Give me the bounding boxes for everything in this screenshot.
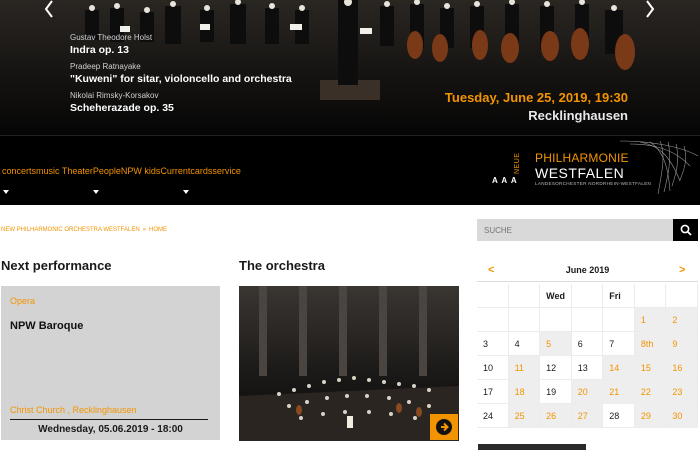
performance-venue: Christ Church , Recklinghausen <box>10 405 137 415</box>
hero-program: Gustav Theodore Holst Indra op. 13 Prade… <box>70 33 292 120</box>
hero-next-arrow[interactable] <box>643 0 663 18</box>
calendar-day[interactable]: 27 <box>571 404 604 428</box>
calendar-day: 24 <box>477 404 509 428</box>
breadcrumb-link[interactable]: HOME <box>149 227 167 233</box>
site-logo[interactable]: A A A NEUE PHILHARMONIE WESTFALEN LANDES… <box>490 136 700 206</box>
orchestra-more-button[interactable] <box>430 414 458 440</box>
calendar-day[interactable]: 22 <box>634 380 667 404</box>
breadcrumb: NEW PHILHARMONIC ORCHESTRA WESTFALEN» HOM… <box>1 227 167 233</box>
calendar-header: < June 2019 > <box>477 260 698 282</box>
calendar-weekday <box>666 284 698 308</box>
nav-menu-links[interactable]: concertsmusic TheaterPeopleNPW kidsCurre… <box>2 166 241 176</box>
calendar-day[interactable]: 2 <box>666 308 698 332</box>
calendar-weekday <box>634 284 667 308</box>
orchestra-heading: The orchestra <box>239 258 325 273</box>
logo-neue-text: NEUE <box>514 152 521 174</box>
search-button[interactable] <box>673 219 698 241</box>
calendar-empty-cell <box>603 308 635 332</box>
calendar-grid: Wed Fri 1 2 3 4 5 6 7 8th 9 10 11 12 13 14 15 16 17 18 19 20 2… <box>477 284 698 428</box>
calendar-day[interactable]: 29 <box>634 404 667 428</box>
calendar-day[interactable]: 11 <box>508 356 541 380</box>
breadcrumb-separator: » <box>142 227 147 233</box>
work-title: Indra op. 13 <box>70 44 129 56</box>
calendar-day[interactable]: 23 <box>666 380 698 404</box>
calendar-day: 17 <box>477 380 509 404</box>
next-performance-card[interactable]: Opera NPW Baroque Christ Church , Reckli… <box>1 286 220 440</box>
calendar-day[interactable]: 30 <box>666 404 698 428</box>
dropdown-caret-icon[interactable] <box>183 190 189 194</box>
calendar-day: 12 <box>540 356 572 380</box>
work-title: "Kuweni" for sitar, violoncello and orch… <box>70 73 292 85</box>
search-input[interactable] <box>477 219 672 241</box>
hero-concert-date: Tuesday, June 25, 2019, 19:30 <box>444 90 628 105</box>
calendar-day: 4 <box>508 332 541 356</box>
calendar-day[interactable]: 15 <box>634 356 667 380</box>
calendar-empty-cell <box>540 308 572 332</box>
calendar-weekday <box>477 284 509 308</box>
orchestra-stage-photo <box>239 286 459 441</box>
calendar-day[interactable]: 26 <box>540 404 572 428</box>
calendar-day[interactable]: 21 <box>603 380 635 404</box>
calendar-day[interactable]: 18 <box>508 380 541 404</box>
hero-prev-arrow[interactable] <box>42 0 62 18</box>
calendar-day: 13 <box>571 356 604 380</box>
calendar-day[interactable]: 9 <box>666 332 698 356</box>
calendar-day: 10 <box>477 356 509 380</box>
search-icon <box>680 224 692 236</box>
calendar-weekday <box>571 284 604 308</box>
calendar-empty-cell <box>477 308 509 332</box>
calendar-day: 6 <box>571 332 604 356</box>
main-navigation: concertsmusic TheaterPeopleNPW kidsCurre… <box>0 135 700 205</box>
dropdown-caret-icon[interactable] <box>3 190 9 194</box>
performance-date: Wednesday, 05.06.2019 - 18:00 <box>38 424 183 435</box>
dropdown-caret-icon[interactable] <box>93 190 99 194</box>
composer-name: Nikolai Rimsky-Korsakov <box>70 91 159 100</box>
teaser-thumbnail <box>478 444 586 450</box>
calendar-day: 7 <box>603 332 635 356</box>
calendar-month-label: June 2019 <box>565 265 610 275</box>
calendar-day[interactable]: 5 <box>540 332 572 356</box>
calendar-day[interactable]: 16 <box>666 356 698 380</box>
calendar-day[interactable]: 25 <box>508 404 541 428</box>
calendar-next-month[interactable]: > <box>679 264 685 276</box>
calendar-day[interactable]: 1 <box>634 308 667 332</box>
calendar-weekday: Fri <box>603 284 635 308</box>
composer-name: Pradeep Ratnayake <box>70 62 141 71</box>
calendar-empty-cell <box>508 308 541 332</box>
orchestra-teaser[interactable] <box>239 286 459 441</box>
calendar-day[interactable]: 8th <box>634 332 667 356</box>
performance-title[interactable]: NPW Baroque <box>10 320 83 332</box>
next-performance-heading: Next performance <box>1 258 112 273</box>
search-bar <box>477 219 698 241</box>
composer-name: Gustav Theodore Holst <box>70 33 153 42</box>
work-title: Scheherazade op. 35 <box>70 102 174 114</box>
hero-concert-city: Recklinghausen <box>528 108 628 123</box>
calendar-day: 3 <box>477 332 509 356</box>
arrow-right-circle-icon <box>436 419 452 435</box>
logo-graphic-icon <box>619 140 699 195</box>
breadcrumb-link[interactable]: NEW PHILHARMONIC ORCHESTRA WESTFALEN <box>1 227 140 233</box>
performance-category: Opera <box>10 296 36 306</box>
calendar-weekday <box>508 284 541 308</box>
divider <box>10 419 208 420</box>
calendar-empty-cell <box>571 308 604 332</box>
calendar-day: 28 <box>603 404 635 428</box>
calendar-day[interactable]: 20 <box>571 380 604 404</box>
hero-banner: Gustav Theodore Holst Indra op. 13 Prade… <box>0 0 700 135</box>
event-calendar: < June 2019 > Wed Fri 1 2 3 4 5 6 7 8th 9 10 11 12 13 1… <box>477 260 698 428</box>
calendar-weekday: Wed <box>540 284 572 308</box>
calendar-day: 19 <box>540 380 572 404</box>
calendar-day[interactable]: 14 <box>603 356 635 380</box>
accessibility-font-size[interactable]: A A A <box>492 176 518 185</box>
